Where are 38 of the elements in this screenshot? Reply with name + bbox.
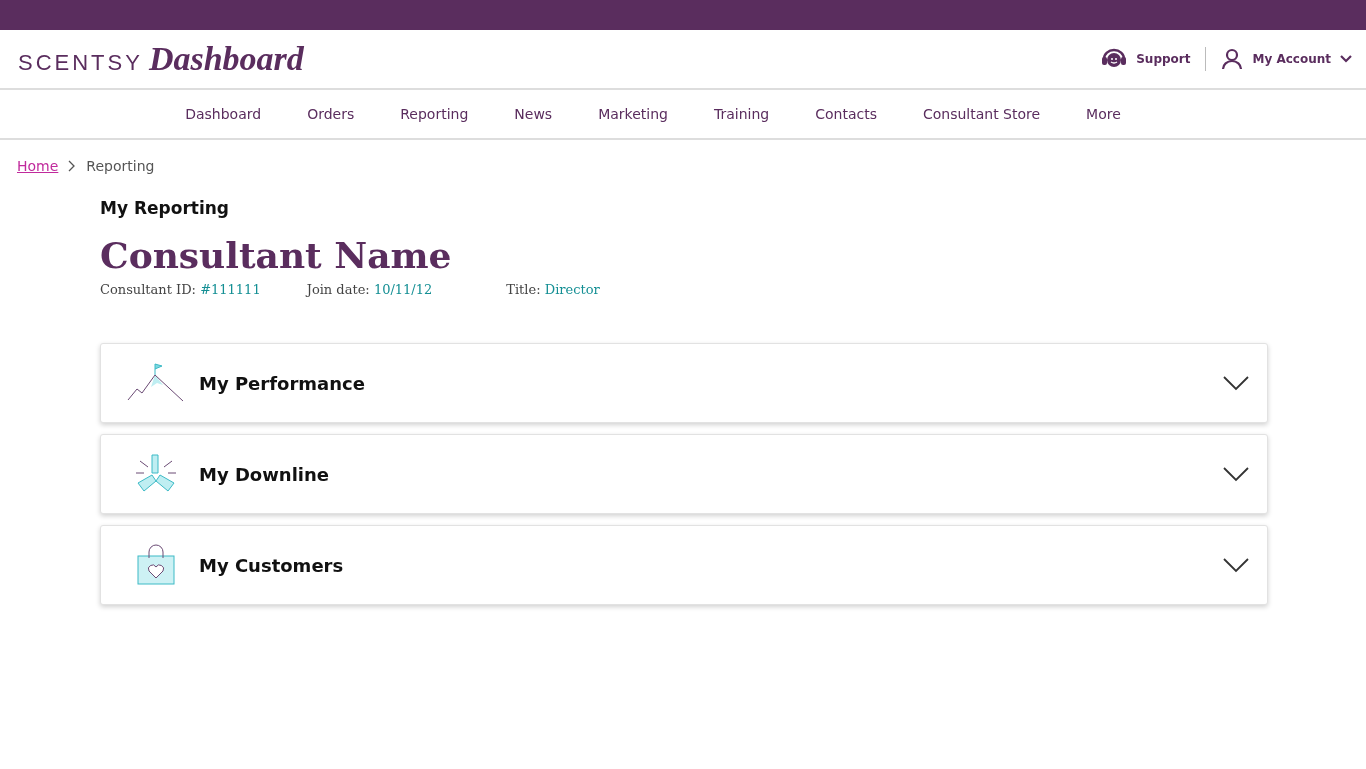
panel-title: My Downline	[199, 463, 331, 485]
chevron-right-icon	[68, 160, 77, 172]
field-label: Consultant ID:	[100, 282, 196, 297]
field-value: #111111	[200, 282, 261, 297]
nav-item[interactable]: News	[514, 106, 553, 122]
accordion-panel[interactable]: My Downline	[100, 434, 1268, 514]
logo-brand: SCENTSY	[18, 50, 143, 76]
nav-item[interactable]: Training	[713, 106, 770, 122]
nav-item[interactable]: Dashboard	[185, 106, 262, 122]
field-value: Director	[544, 282, 600, 297]
mountain-flag-icon	[127, 363, 185, 403]
headset-icon	[1101, 48, 1128, 70]
my-account-link[interactable]: My Account	[1252, 52, 1331, 66]
chevron-down-icon[interactable]	[1223, 466, 1249, 482]
chevron-down-icon[interactable]	[1223, 557, 1249, 573]
breadcrumb-home-link[interactable]: Home	[17, 158, 59, 174]
field-label: Join date:	[306, 282, 370, 297]
nav-item[interactable]: Marketing	[598, 106, 668, 122]
consultant-name: Consultant Name	[100, 234, 453, 276]
nav-item[interactable]: More	[1086, 106, 1121, 122]
breadcrumb-current: Reporting	[86, 158, 155, 174]
logo-product: Dashboard	[148, 40, 304, 78]
chevron-down-icon[interactable]	[1223, 375, 1249, 391]
accordion-panel[interactable]: My Performance	[100, 343, 1268, 423]
shopping-bag-heart-icon	[136, 544, 176, 586]
panel-title: My Performance	[199, 372, 366, 394]
nav-item[interactable]: Contacts	[815, 106, 877, 122]
field-value: 10/11/12	[373, 282, 433, 297]
nav-item[interactable]: Consultant Store	[922, 106, 1041, 122]
caret-icon[interactable]	[1340, 55, 1352, 63]
panel-title: My Customers	[199, 554, 345, 576]
section-title: My Reporting	[100, 198, 230, 218]
support-link[interactable]: Support	[1136, 52, 1191, 66]
accordion-panel[interactable]: My Customers	[100, 525, 1268, 605]
nav-item[interactable]: Orders	[307, 106, 355, 122]
user-icon	[1221, 48, 1244, 70]
field-label: Title:	[506, 282, 541, 297]
nav-item[interactable]: Reporting	[400, 106, 469, 122]
